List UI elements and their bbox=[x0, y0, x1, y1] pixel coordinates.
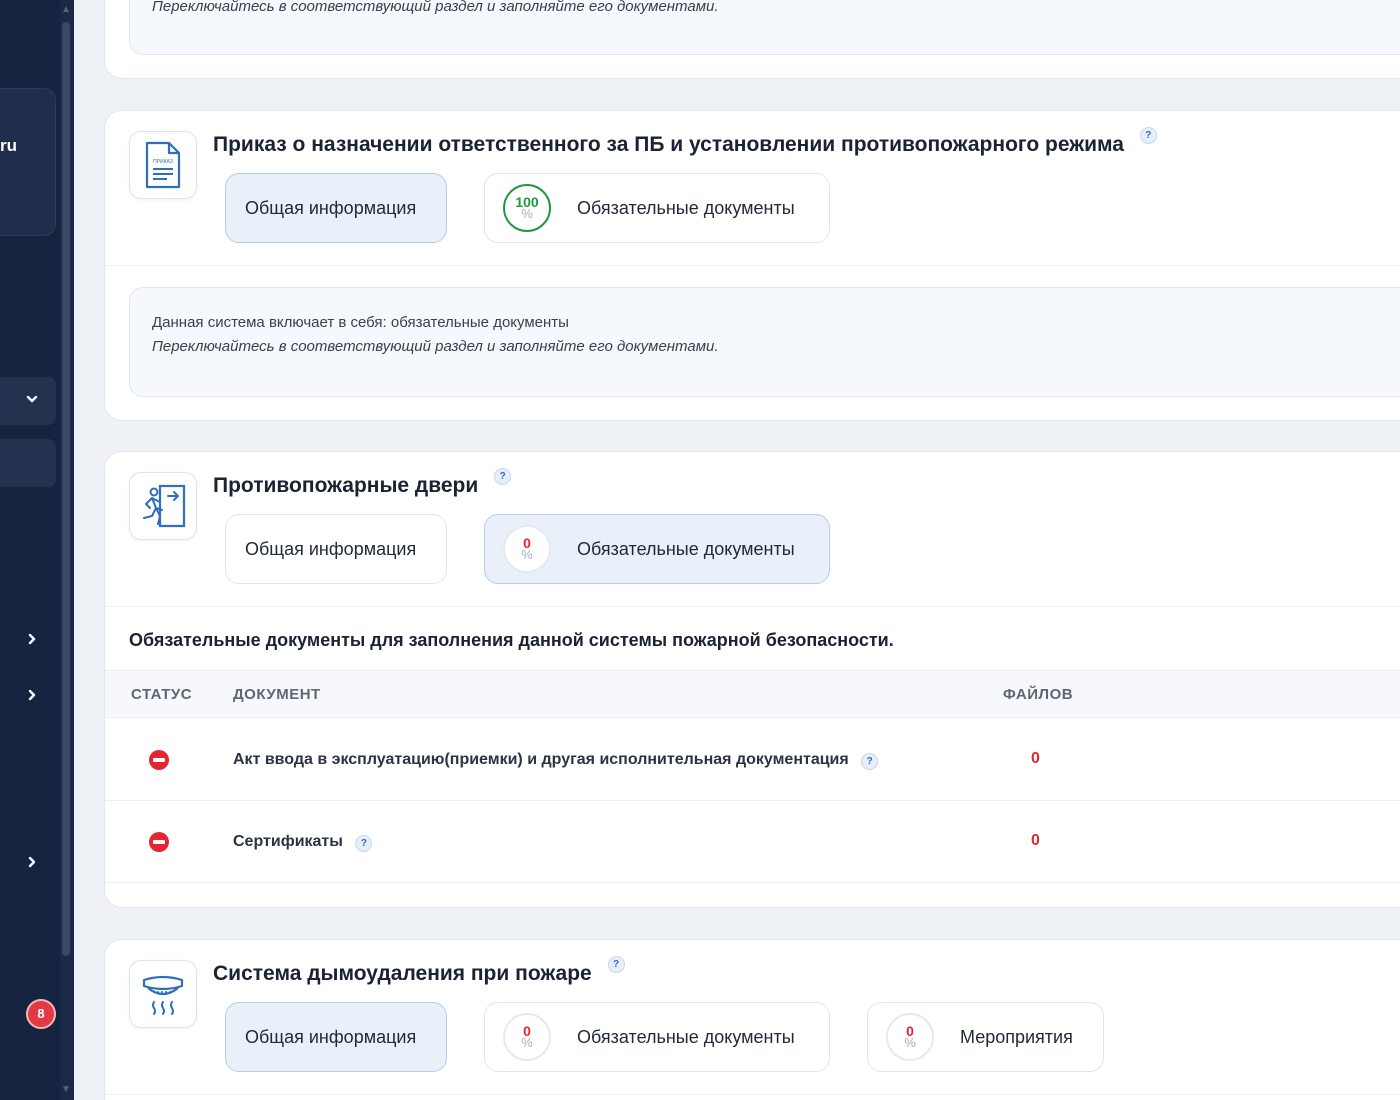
progress-indicator: 0 % bbox=[886, 1013, 934, 1061]
document-name-text: Акт ввода в эксплуатацию(приемки) и друг… bbox=[233, 751, 849, 768]
info-hint: Переключайтесь в соответствующий раздел … bbox=[152, 0, 719, 15]
smoke-detector-icon bbox=[129, 960, 197, 1028]
tab-label: Общая информация bbox=[245, 1026, 417, 1047]
help-icon[interactable]: ? bbox=[355, 835, 373, 852]
file-count: 0 bbox=[1031, 750, 1040, 767]
divider bbox=[105, 265, 1400, 266]
sidebar-scrollbar-thumb[interactable] bbox=[62, 22, 70, 956]
tab-label: Мероприятия bbox=[960, 1026, 1073, 1047]
percent-symbol: % bbox=[904, 1035, 916, 1050]
card-title: Противопожарные двери ? bbox=[213, 468, 512, 498]
percent-symbol: % bbox=[521, 1035, 533, 1050]
emergency-exit-icon bbox=[129, 472, 197, 540]
tab-label: Обязательные документы bbox=[577, 197, 795, 218]
percent-symbol: % bbox=[521, 547, 533, 562]
table-row[interactable]: Сертификаты ? 0 bbox=[105, 801, 1400, 883]
order-document-icon: ПРИКАЗ bbox=[129, 131, 197, 199]
sidebar: ru 8 ▲ ▼ bbox=[0, 0, 74, 1100]
table-header: СТАТУС ДОКУМЕНТ ФАЙЛОВ bbox=[105, 670, 1400, 718]
info-hint: Переключайтесь в соответствующий раздел … bbox=[152, 338, 719, 355]
sidebar-brand-fragment: ru bbox=[0, 136, 17, 155]
info-description: Данная система включает в себя: обязател… bbox=[152, 314, 569, 331]
tab-label: Общая информация bbox=[245, 197, 417, 218]
progress-indicator: 0 % bbox=[503, 525, 551, 573]
document-name[interactable]: Сертификаты ? bbox=[233, 833, 373, 852]
tab-label: Обязательные документы bbox=[577, 1026, 795, 1047]
required-docs-heading: Обязательные документы для заполнения да… bbox=[129, 630, 894, 650]
tab-label: Обязательные документы bbox=[577, 538, 795, 559]
table-row[interactable]: Акт ввода в эксплуатацию(приемки) и друг… bbox=[105, 719, 1400, 801]
column-document: ДОКУМЕНТ bbox=[233, 686, 321, 703]
chevron-down-icon[interactable] bbox=[24, 392, 40, 410]
chevron-right-icon[interactable] bbox=[24, 855, 40, 873]
scroll-up-icon[interactable]: ▲ bbox=[60, 4, 72, 16]
tab-general-info[interactable]: Общая информация bbox=[225, 514, 447, 584]
card-title: Приказ о назначении ответственного за ПБ… bbox=[213, 127, 1157, 157]
sidebar-item-submenu[interactable] bbox=[0, 439, 56, 487]
notification-badge[interactable]: 8 bbox=[26, 999, 56, 1029]
progress-indicator: 0 % bbox=[503, 1013, 551, 1061]
help-icon[interactable]: ? bbox=[607, 956, 625, 973]
progress-indicator: 100 % bbox=[503, 184, 551, 232]
tab-required-documents[interactable]: 100 % Обязательные документы bbox=[484, 173, 830, 243]
help-icon[interactable]: ? bbox=[494, 468, 512, 485]
divider bbox=[105, 1094, 1400, 1095]
percent-symbol: % bbox=[521, 206, 533, 221]
tab-events[interactable]: 0 % Мероприятия bbox=[867, 1002, 1104, 1072]
tab-general-info[interactable]: Общая информация bbox=[225, 173, 447, 243]
document-name-text: Сертификаты bbox=[233, 833, 343, 850]
card-title-text: Приказ о назначении ответственного за ПБ… bbox=[213, 133, 1124, 156]
system-card-fire-doors: Противопожарные двери ? Общая информация… bbox=[104, 451, 1400, 908]
system-card-smoke-removal: Система дымоудаления при пожаре ? Общая … bbox=[104, 939, 1400, 1100]
chevron-right-icon[interactable] bbox=[24, 688, 40, 706]
system-card-order: ПРИКАЗ Приказ о назначении ответственног… bbox=[104, 110, 1400, 421]
info-box: Переключайтесь в соответствующий раздел … bbox=[129, 0, 1400, 55]
card-title-text: Противопожарные двери bbox=[213, 474, 479, 497]
help-icon[interactable]: ? bbox=[1139, 127, 1157, 144]
tab-label: Общая информация bbox=[245, 538, 417, 559]
tab-required-documents[interactable]: 0 % Обязательные документы bbox=[484, 1002, 830, 1072]
order-icon-caption: ПРИКАЗ bbox=[153, 159, 173, 165]
column-files: ФАЙЛОВ bbox=[1003, 686, 1074, 703]
system-card-previous: Переключайтесь в соответствующий раздел … bbox=[104, 0, 1400, 79]
status-missing-icon bbox=[149, 750, 169, 770]
chevron-right-icon[interactable] bbox=[24, 632, 40, 650]
divider bbox=[105, 606, 1400, 607]
status-missing-icon bbox=[149, 832, 169, 852]
info-box: Данная система включает в себя: обязател… bbox=[129, 287, 1400, 397]
sidebar-profile-card[interactable] bbox=[0, 88, 56, 236]
document-name[interactable]: Акт ввода в эксплуатацию(приемки) и друг… bbox=[233, 751, 879, 770]
card-title-text: Система дымоудаления при пожаре bbox=[213, 962, 592, 985]
scroll-down-icon[interactable]: ▼ bbox=[60, 1084, 72, 1096]
tab-required-documents[interactable]: 0 % Обязательные документы bbox=[484, 514, 830, 584]
tab-general-info[interactable]: Общая информация bbox=[225, 1002, 447, 1072]
column-status: СТАТУС bbox=[131, 686, 193, 703]
card-title: Система дымоудаления при пожаре ? bbox=[213, 956, 625, 986]
help-icon[interactable]: ? bbox=[861, 753, 879, 770]
file-count: 0 bbox=[1031, 832, 1040, 849]
